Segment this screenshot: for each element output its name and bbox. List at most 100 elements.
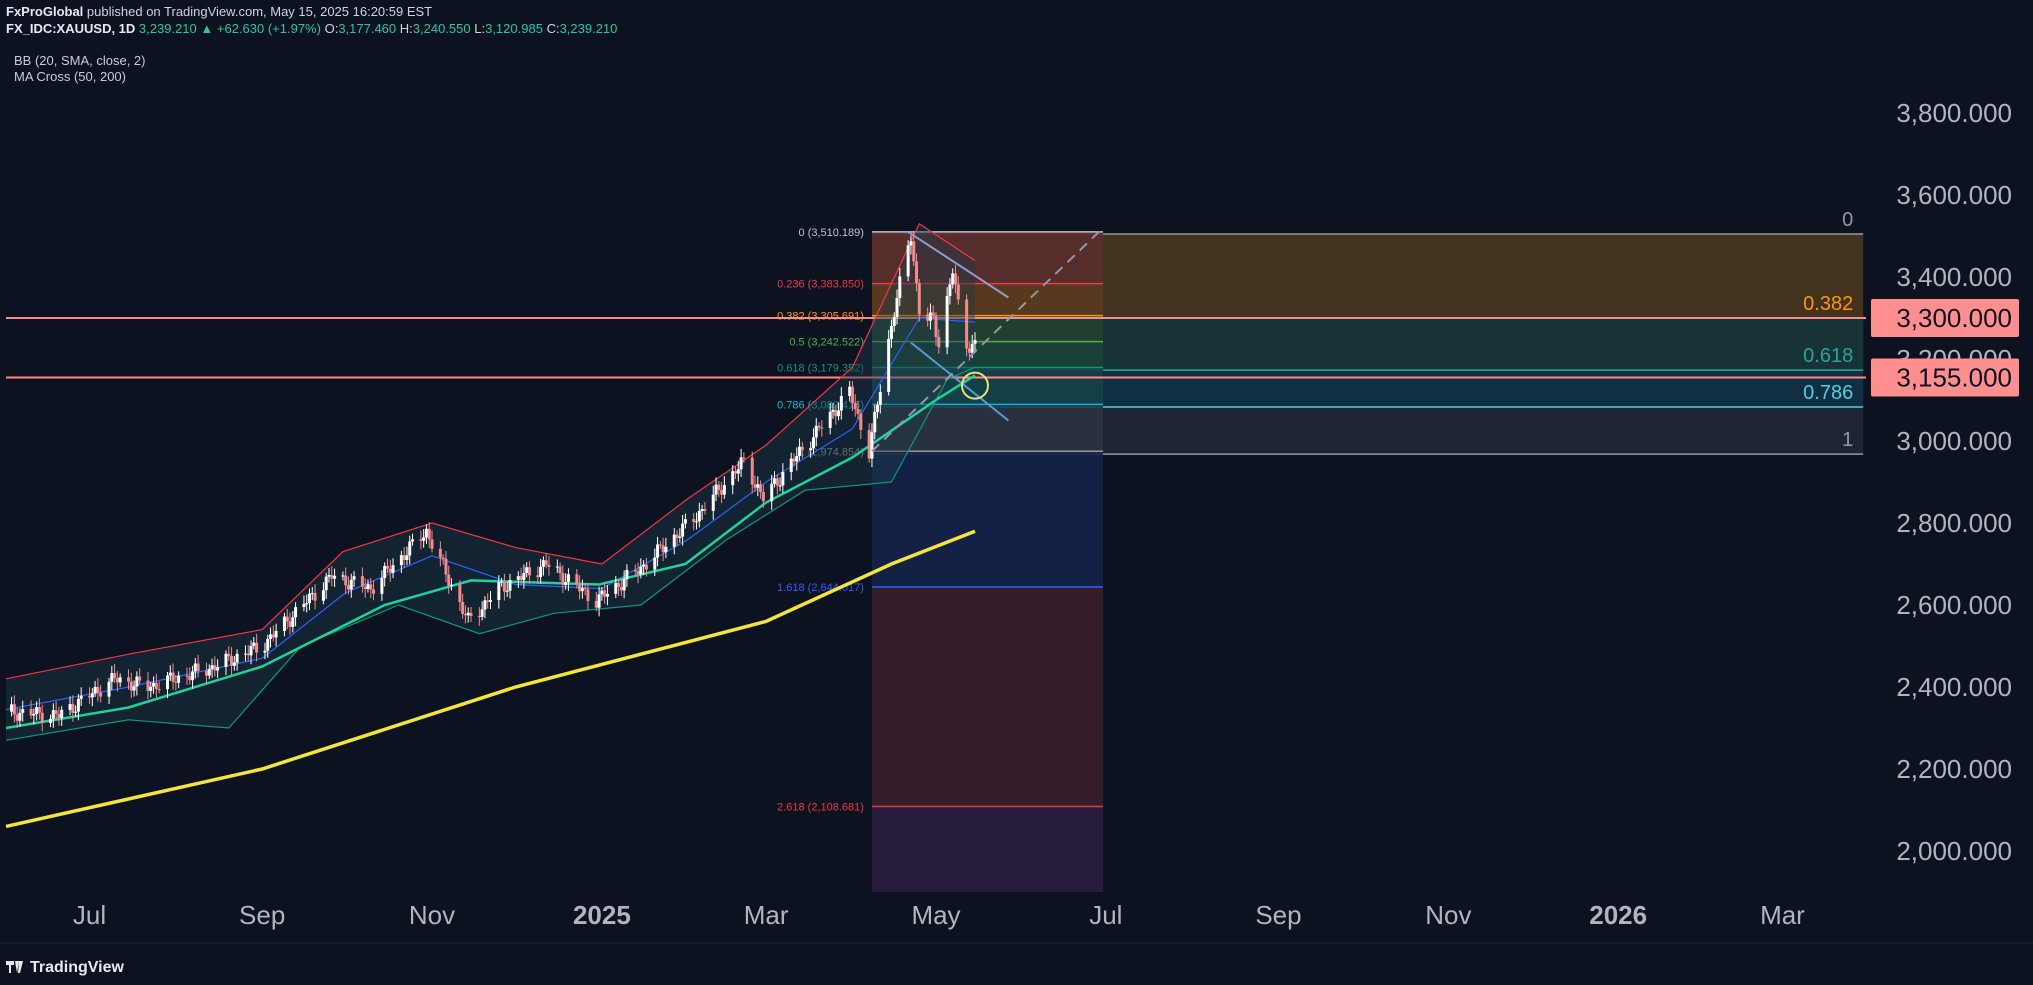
candle-body xyxy=(867,429,871,459)
candle-body xyxy=(90,693,94,698)
candle-body xyxy=(848,386,852,396)
candle-body xyxy=(249,645,253,656)
candle-body xyxy=(497,582,501,601)
candle-body xyxy=(505,590,509,592)
candle-body xyxy=(931,312,935,316)
candle-body xyxy=(578,583,582,592)
candle-body xyxy=(809,448,813,451)
bollinger-band-fill xyxy=(6,223,975,741)
candle-body xyxy=(461,602,465,614)
candle-body xyxy=(973,340,977,344)
candle-body xyxy=(926,314,930,321)
candle-body xyxy=(305,603,309,605)
candle-body xyxy=(948,284,952,297)
candle-body xyxy=(324,576,328,591)
candle-body xyxy=(692,519,696,522)
candle-body xyxy=(500,581,504,583)
fib-extension-level-label: 0.236 (3,383.850) xyxy=(777,279,864,291)
candle-body xyxy=(118,677,122,683)
candle-body xyxy=(695,521,699,523)
price-chart[interactable]: 0 0.382 0.618 0.786 1 0 (3,510.189) 0.236 (3,3… xyxy=(0,0,2033,985)
candle-body xyxy=(739,457,743,470)
candle-body xyxy=(54,710,58,714)
x-axis-tick-label: Nov xyxy=(409,900,455,930)
candle-body xyxy=(51,710,55,719)
x-axis-tick-label: Jul xyxy=(1089,900,1122,930)
candle-body xyxy=(945,296,949,348)
candle-body xyxy=(734,471,738,474)
tradingview-brand[interactable]: TradingView xyxy=(6,959,124,977)
candle-body xyxy=(165,675,169,690)
candle-body xyxy=(310,593,314,595)
candle-body xyxy=(463,613,467,616)
candle-body xyxy=(341,575,345,577)
candle-body xyxy=(575,574,579,584)
candle-body xyxy=(656,544,660,558)
candle-body xyxy=(697,510,701,522)
candle-body xyxy=(135,676,139,687)
candle-body xyxy=(79,695,83,699)
y-axis-tick-label: 3,800.000 xyxy=(1896,98,2012,128)
candle-body xyxy=(266,638,270,651)
candle-body xyxy=(564,582,568,585)
candle-body xyxy=(419,539,423,541)
candle-body xyxy=(817,425,821,428)
candle-body xyxy=(639,566,643,575)
candle-body xyxy=(380,578,384,594)
candle-body xyxy=(444,558,448,575)
candle-body xyxy=(360,576,364,587)
candle-body xyxy=(970,343,974,353)
candle-body xyxy=(252,642,256,646)
candle-body xyxy=(127,677,131,682)
candle-body xyxy=(681,523,685,537)
candle-body xyxy=(917,283,921,315)
candle-body xyxy=(149,686,153,691)
x-axis-tick-label: Mar xyxy=(744,900,789,930)
candle-body xyxy=(583,588,587,590)
candle-body xyxy=(74,711,78,713)
candle-body xyxy=(619,586,623,591)
candle-body xyxy=(600,590,604,595)
candle-body xyxy=(617,582,621,587)
candle-body xyxy=(366,584,370,590)
candle-body xyxy=(770,483,774,502)
candle-body xyxy=(544,560,548,565)
candle-body xyxy=(458,584,462,603)
candle-body xyxy=(321,590,325,601)
candle-body xyxy=(909,241,913,246)
candle-body xyxy=(625,569,629,580)
candle-body xyxy=(853,403,857,409)
candle-body xyxy=(605,593,609,597)
candle-body xyxy=(193,663,197,672)
candle-body xyxy=(469,612,473,617)
candle-body xyxy=(761,491,765,502)
candle-body xyxy=(636,571,640,575)
candle-body xyxy=(956,284,960,300)
candle-body xyxy=(773,478,777,484)
candle-body xyxy=(411,539,415,542)
candle-body xyxy=(898,276,902,298)
tradingview-brand-text: TradingView xyxy=(30,959,124,976)
candle-body xyxy=(288,621,292,628)
candle-body xyxy=(965,299,969,349)
candle-body xyxy=(346,585,350,590)
y-axis-tick-label: 2,200.000 xyxy=(1896,754,2012,784)
candle-body xyxy=(171,672,175,682)
fib-extension-level-label: 0 (3,510.189) xyxy=(799,227,864,239)
candle-body xyxy=(129,681,133,691)
candle-body xyxy=(422,537,426,541)
candle-body xyxy=(683,519,687,524)
candle-body xyxy=(547,564,551,567)
candle-body xyxy=(555,566,559,568)
candle-body xyxy=(915,261,919,284)
candle-body xyxy=(892,316,896,326)
candle-body xyxy=(196,663,200,671)
candle-body xyxy=(115,678,119,683)
candle-body xyxy=(110,673,114,682)
candle-body xyxy=(889,325,893,339)
candle-body xyxy=(21,709,25,713)
fib-retracement-level-label: 0 xyxy=(1842,209,1853,231)
candle-body xyxy=(502,581,506,592)
candle-body xyxy=(614,582,618,594)
candle-body xyxy=(703,509,707,511)
